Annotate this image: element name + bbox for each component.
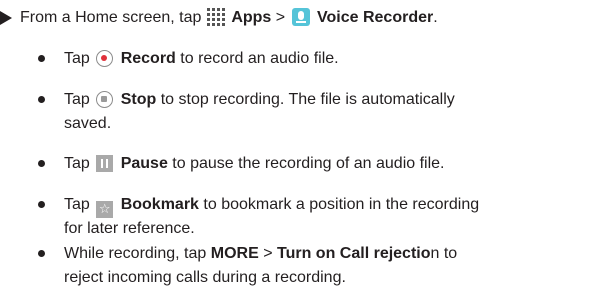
list-item-pause: Tap Pause to pause the recording of an a…: [64, 154, 444, 174]
pause-icon: [96, 155, 114, 172]
record-icon: [96, 50, 114, 67]
apps-grid-icon: [206, 8, 225, 26]
list-item-stop: Tap Stop to stop recording. The file is …: [64, 90, 455, 110]
bullet-dot: [38, 201, 45, 208]
intro-period: .: [433, 9, 438, 26]
tap-text: Tap: [64, 50, 90, 67]
list-item-record: Tap Record to record an audio file.: [64, 49, 339, 69]
turn-on-call-rejection-label: Turn on Call rejectio: [277, 245, 431, 262]
voice-recorder-icon: [291, 8, 310, 26]
intro-text: From a Home screen, tap: [20, 9, 202, 26]
stop-description-cont: saved.: [64, 115, 112, 132]
bookmark-icon: ☆: [96, 201, 114, 218]
bookmark-description: to bookmark a position in the recording: [203, 196, 480, 213]
stop-description: to stop recording. The file is automatic…: [160, 91, 455, 108]
tap-text: Tap: [64, 91, 90, 108]
bullet-dot: [38, 250, 45, 257]
arrow-bullet-icon: [0, 11, 12, 25]
to-text: to: [443, 245, 458, 262]
pause-description: to pause the recording of an audio file.: [172, 155, 445, 172]
more-label: MORE: [210, 245, 259, 262]
stop-icon: [96, 91, 114, 108]
list-item-bookmark: Tap ☆ Bookmark to bookmark a position in…: [64, 195, 479, 218]
bullet-dot: [38, 96, 45, 103]
tap-text: Tap: [64, 196, 90, 213]
bullet-dot: [38, 55, 45, 62]
intro-separator: >: [275, 9, 286, 26]
apps-label: Apps: [231, 9, 272, 26]
bookmark-description-cont: for later reference.: [64, 220, 195, 237]
record-label: Record: [120, 50, 176, 67]
tap-text: Tap: [64, 155, 90, 172]
bullet-dot: [38, 160, 45, 167]
bookmark-label: Bookmark: [120, 196, 199, 213]
more-separator: >: [263, 245, 273, 262]
list-item-call-rejection: While recording, tap MORE > Turn on Call…: [64, 244, 457, 264]
call-rejection-description-cont: reject incoming calls during a recording…: [64, 269, 346, 286]
voice-recorder-label: Voice Recorder: [317, 9, 434, 26]
call-rejection-suffix: n: [430, 245, 440, 262]
intro-line: From a Home screen, tap Apps > Voice Rec…: [20, 8, 438, 28]
record-description: to record an audio file.: [180, 50, 339, 67]
pause-label: Pause: [120, 155, 168, 172]
while-recording-text: While recording, tap: [64, 245, 207, 262]
stop-label: Stop: [120, 91, 157, 108]
